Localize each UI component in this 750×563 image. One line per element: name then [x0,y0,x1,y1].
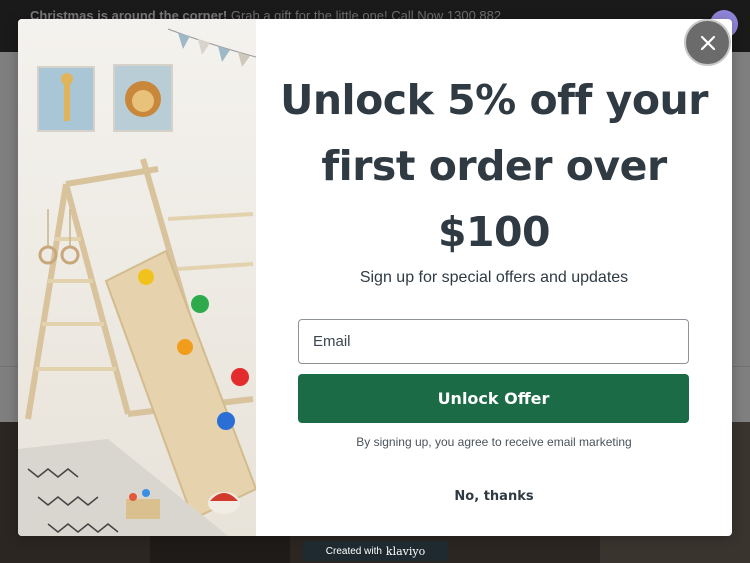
no-thanks-button[interactable]: No, thanks [256,489,732,504]
badge-prefix: Created with [325,545,382,557]
playset-illustration [18,28,256,536]
consent-text: By signing up, you agree to receive emai… [356,435,632,449]
popup-subhead: Sign up for special offers and updates [359,269,629,286]
popup-content: Unlock 5% off your first order over $100… [256,19,732,536]
headline-line-1: Unlock 5% off your [280,76,708,124]
email-field[interactable] [298,319,689,364]
popup-headline: Unlock 5% off your first order over $100 [256,67,732,265]
klaviyo-logo: klaviyo [385,544,426,558]
unlock-offer-button[interactable]: Unlock Offer [298,374,689,423]
headline-line-2: first order over [321,142,667,190]
headline-line-3: $100 [437,208,551,256]
klaviyo-badge[interactable]: Created with klaviyo [303,541,448,561]
close-icon [700,35,715,50]
signup-popup: Unlock 5% off your first order over $100… [18,19,732,536]
close-popup-button[interactable] [684,19,731,66]
product-photo [18,19,256,536]
